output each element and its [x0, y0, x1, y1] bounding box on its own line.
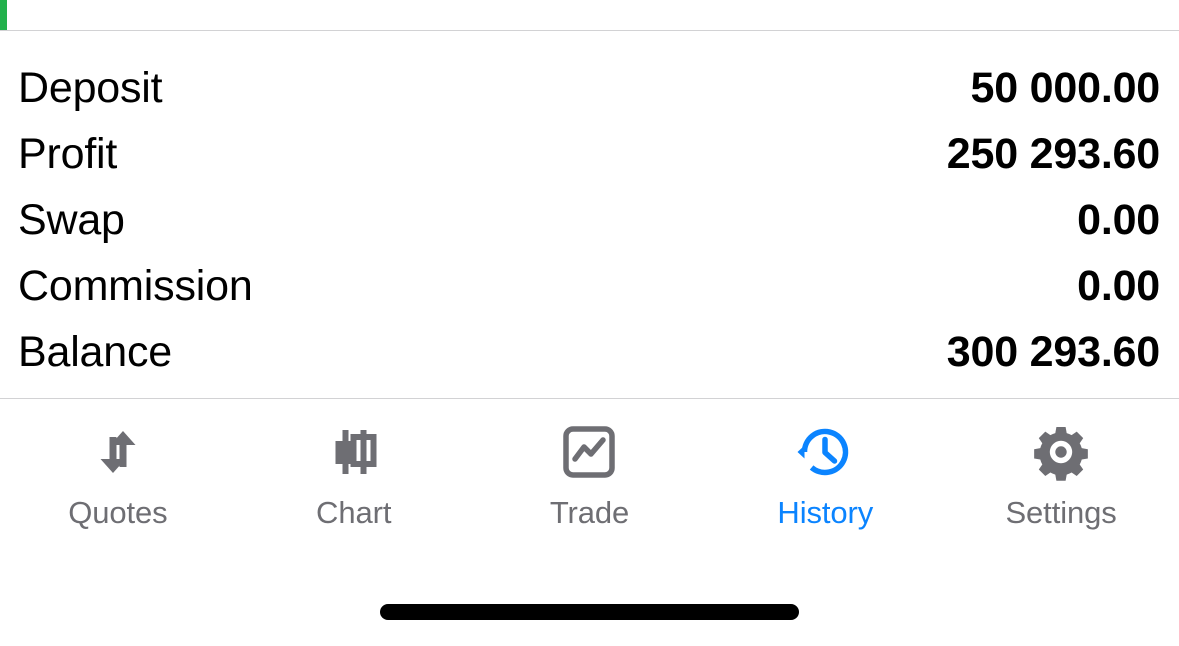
tab-trade[interactable]: Trade [472, 399, 708, 531]
summary-label: Deposit [18, 64, 163, 112]
tab-label-settings: Settings [1005, 495, 1117, 530]
summary-row-swap: Swap 0.00 [0, 187, 1179, 253]
candlestick-icon [323, 421, 385, 483]
tab-history[interactable]: History [707, 399, 943, 531]
chart-square-icon [558, 421, 620, 483]
profit-accent-bar [0, 0, 7, 30]
summary-label: Swap [18, 196, 125, 244]
summary-value: 250 293.60 [946, 130, 1160, 178]
tab-label-history: History [777, 495, 874, 530]
summary-row-commission: Commission 0.00 [0, 253, 1179, 319]
tab-label-trade: Trade [549, 495, 630, 530]
tab-chart[interactable]: Chart [236, 399, 472, 531]
gear-icon [1030, 421, 1092, 483]
top-strip [0, 0, 1179, 31]
summary-label: Commission [18, 262, 253, 310]
tab-quotes[interactable]: Quotes [0, 399, 236, 531]
tab-label-chart: Chart [316, 495, 392, 530]
summary-row-balance: Balance 300 293.60 [0, 319, 1179, 385]
tab-label-quotes: Quotes [68, 495, 168, 530]
arrows-up-down-icon [87, 421, 149, 483]
summary-label: Balance [18, 328, 172, 376]
home-indicator[interactable] [380, 604, 799, 620]
account-summary: Deposit 50 000.00 Profit 250 293.60 Swap… [0, 31, 1179, 398]
summary-row-profit: Profit 250 293.60 [0, 121, 1179, 187]
summary-label: Profit [18, 130, 118, 178]
summary-row-deposit: Deposit 50 000.00 [0, 55, 1179, 121]
tab-settings[interactable]: Settings [943, 399, 1179, 531]
summary-value: 50 000.00 [970, 64, 1161, 112]
clock-history-icon [794, 421, 856, 483]
summary-value: 0.00 [1077, 196, 1160, 244]
summary-value: 300 293.60 [946, 328, 1160, 376]
summary-value: 0.00 [1077, 262, 1160, 310]
tab-bar: Quotes Chart Trade History Settings [0, 399, 1179, 584]
